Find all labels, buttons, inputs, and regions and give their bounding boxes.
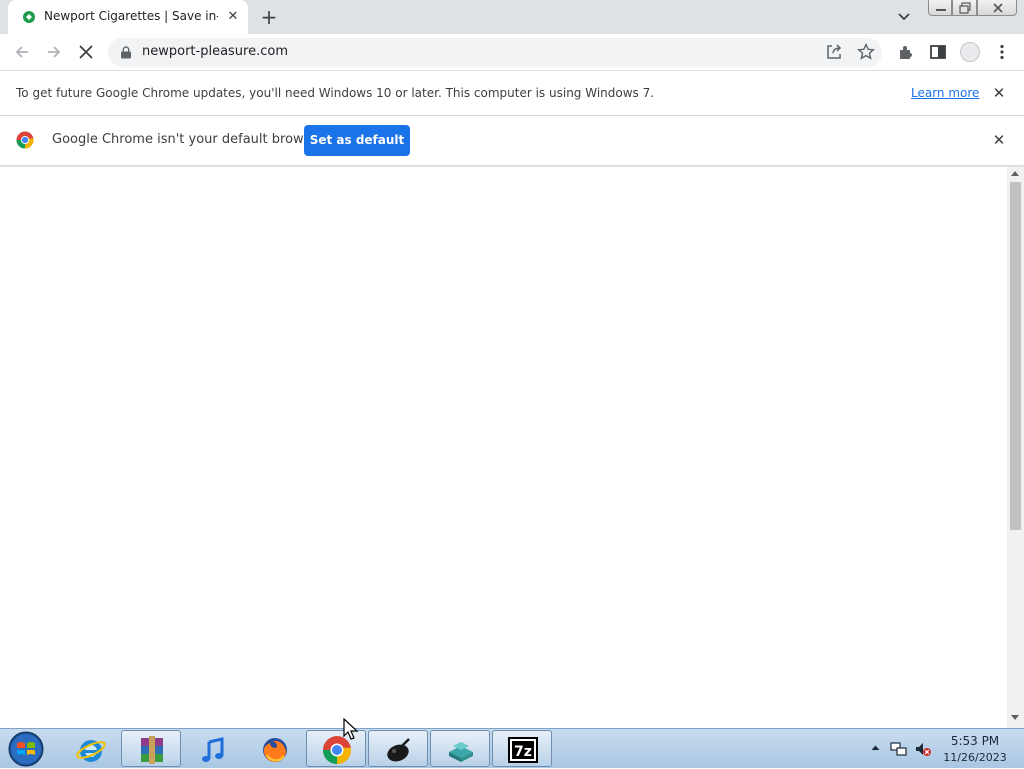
start-button[interactable] (6, 730, 46, 768)
minimize-icon (936, 9, 946, 11)
menu-icon[interactable] (992, 42, 1012, 62)
taskbar-internet-explorer[interactable] (60, 730, 120, 767)
lock-icon[interactable] (120, 46, 132, 59)
taskbar-firefox[interactable] (244, 730, 304, 767)
taskbar-winrar[interactable] (121, 730, 181, 767)
tab-close-icon[interactable]: ✕ (225, 9, 241, 25)
chrome-logo-icon (16, 131, 34, 149)
stop-loading-icon[interactable] (76, 42, 96, 62)
taskbar-itunes[interactable] (182, 730, 242, 767)
close-infobar-icon[interactable]: ✕ (991, 85, 1007, 101)
default-browser-message: Google Chrome isn't your default browser (52, 132, 324, 147)
share-icon[interactable] (824, 42, 844, 62)
app-icon (387, 738, 410, 762)
internet-explorer-icon (76, 740, 106, 762)
close-default-infobar-icon[interactable]: ✕ (991, 132, 1007, 148)
back-icon[interactable] (12, 42, 32, 62)
default-browser-infobar: Google Chrome isn't your default browser… (0, 116, 1024, 166)
7zip-icon: 7z (508, 737, 538, 763)
network-app-icon (449, 742, 473, 762)
forward-icon[interactable] (44, 42, 64, 62)
close-icon (993, 3, 1003, 13)
page-content (0, 167, 1007, 728)
firefox-icon (263, 738, 287, 763)
winrar-icon (141, 736, 163, 764)
itunes-icon (202, 737, 224, 762)
address-bar[interactable]: newport-pleasure.com (108, 38, 882, 67)
set-as-default-button[interactable]: Set as default (304, 125, 410, 156)
update-message: To get future Google Chrome updates, you… (16, 86, 655, 100)
learn-more-link[interactable]: Learn more (911, 86, 979, 100)
newport-favicon-icon (23, 11, 35, 23)
scroll-down-arrow-icon[interactable] (1011, 715, 1019, 720)
tab-newport[interactable]: Newport Cigarettes | Save in-store ✕ (8, 0, 248, 34)
side-panel-icon[interactable] (928, 42, 948, 62)
scrollbar-thumb[interactable] (1010, 182, 1021, 530)
update-infobar: To get future Google Chrome updates, you… (0, 71, 1024, 116)
taskbar: 7z 5:53 PM 11/26/2023 (0, 728, 1024, 768)
browser-toolbar: newport-pleasure.com (0, 34, 1024, 71)
volume-muted-icon[interactable] (914, 740, 932, 758)
extensions-icon[interactable] (896, 42, 916, 62)
7zip-label: 7z (514, 744, 532, 760)
taskbar-network-app[interactable] (430, 730, 490, 767)
clock-time[interactable]: 5:53 PM (950, 734, 1000, 748)
restore-button[interactable] (952, 0, 977, 16)
vertical-scrollbar[interactable] (1007, 167, 1024, 728)
new-tab-button[interactable]: + (258, 6, 280, 28)
scroll-up-arrow-icon[interactable] (1011, 171, 1019, 176)
taskbar-7zip[interactable]: 7z (492, 730, 552, 767)
clock-date[interactable]: 11/26/2023 (940, 751, 1010, 764)
bookmark-star-icon[interactable] (856, 42, 876, 62)
mouse-cursor-icon (343, 718, 359, 740)
close-window-button[interactable] (977, 0, 1017, 16)
minimize-button[interactable] (928, 0, 952, 16)
taskbar-app[interactable] (368, 730, 428, 767)
restore-icon (959, 2, 971, 14)
show-hidden-icons-icon[interactable] (871, 744, 880, 751)
url-text[interactable]: newport-pleasure.com (142, 44, 288, 59)
profile-avatar[interactable] (960, 42, 980, 62)
tab-search-icon[interactable] (895, 9, 913, 25)
tab-title: Newport Cigarettes | Save in-store (44, 9, 218, 23)
tab-strip: Newport Cigarettes | Save in-store ✕ + (0, 0, 1024, 34)
network-icon[interactable] (890, 740, 908, 758)
